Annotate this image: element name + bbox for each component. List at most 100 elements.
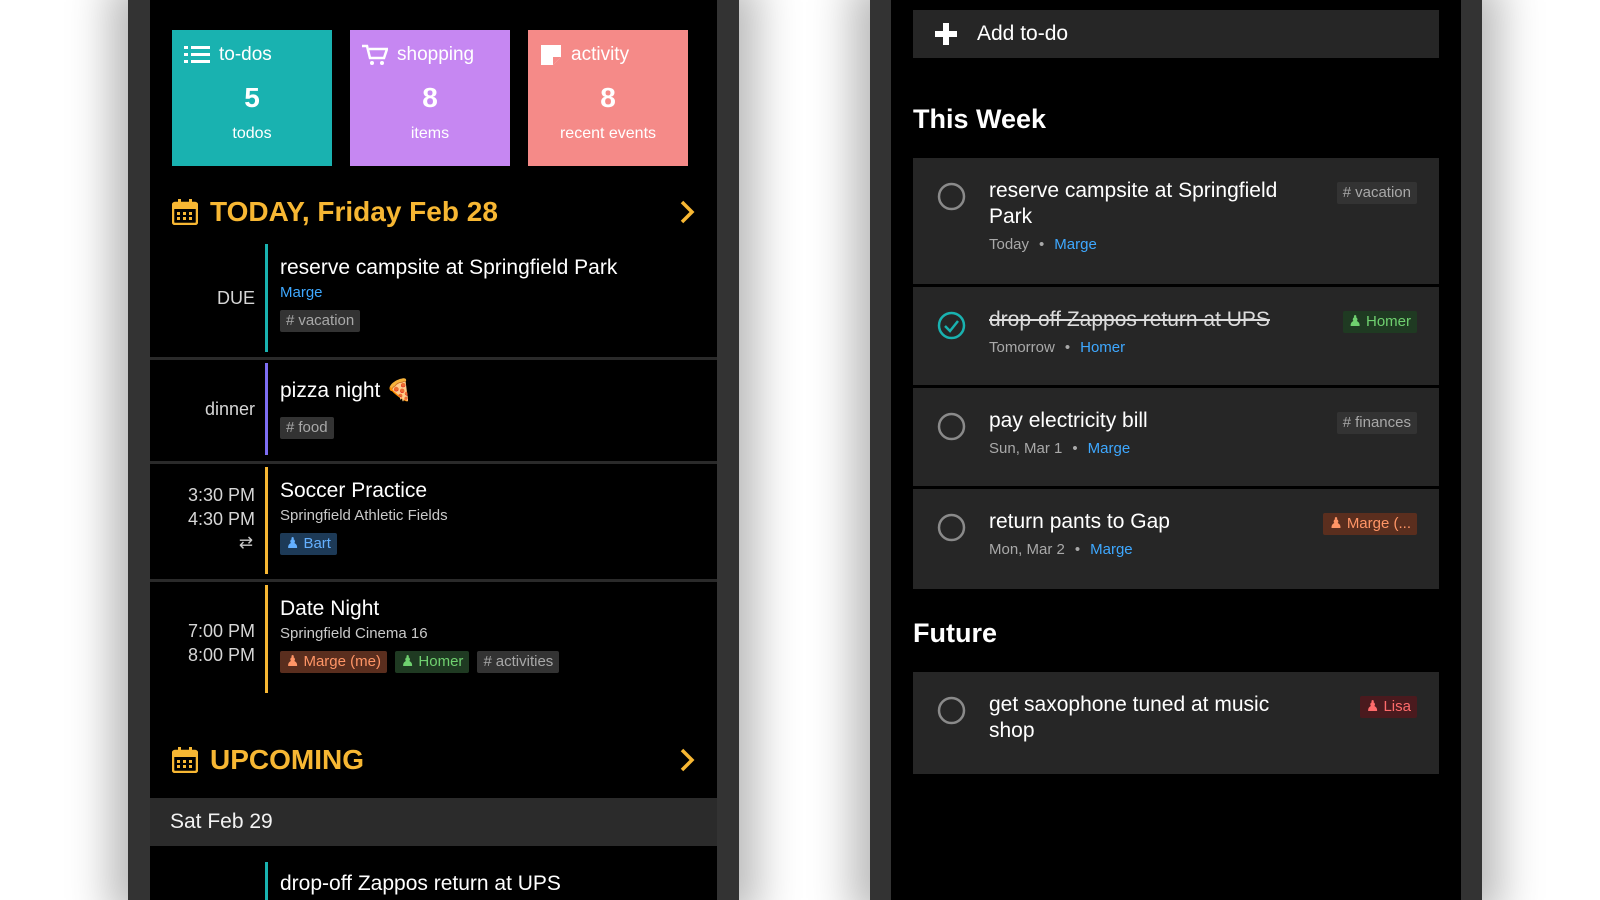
hash-icon: #	[483, 653, 492, 670]
event-bar	[265, 244, 268, 352]
tag[interactable]: # activities	[477, 651, 560, 673]
event-start: 7:00 PM	[187, 621, 255, 641]
tag[interactable]: ♟ Lisa	[1360, 696, 1417, 718]
todo-title: return pants to Gap	[989, 510, 1170, 533]
hash-icon: #	[286, 419, 295, 436]
event-end: 4:30 PM	[187, 509, 255, 529]
upcoming-header[interactable]: UPCOMING	[172, 740, 695, 780]
todo-title: drop-off Zappos return at UPS	[989, 308, 1270, 331]
dashboard-screen: to-dos 5 todos shopping 8 items activity…	[150, 0, 717, 900]
todo-when: Today	[989, 236, 1030, 253]
todo-assignee[interactable]: Marge	[1054, 236, 1097, 253]
event-title: drop-off Zappos return at UPS	[280, 872, 561, 895]
tag[interactable]: ♟ Bart	[280, 533, 337, 555]
card-sub: items	[410, 125, 450, 142]
card-count: 8	[600, 82, 616, 113]
calendar-icon	[172, 199, 198, 225]
todos-card[interactable]: to-dos 5 todos	[172, 30, 332, 166]
event-title: pizza night 🍕	[280, 379, 413, 402]
upcoming-day-header: Sat Feb 29	[150, 798, 717, 846]
todo-screen: Add to-do This Week reserve campsite at …	[891, 0, 1461, 900]
list-icon	[184, 46, 210, 63]
person-icon: ♟	[1329, 515, 1343, 532]
tag[interactable]: # vacation	[280, 310, 361, 332]
person-icon: ♟	[1366, 698, 1380, 715]
todo-item[interactable]: pay electricity bill Sun, Mar 1 • Marge # f…	[913, 388, 1439, 486]
repeat-icon: ⇄	[238, 533, 253, 552]
todo-title: pay electricity bill	[989, 409, 1148, 432]
checkbox-checked-icon[interactable]	[937, 311, 966, 340]
event-time: 3:30 PM 4:30 PM ⇄	[150, 483, 255, 555]
chevron-right-icon[interactable]	[679, 200, 695, 224]
tag[interactable]: ♟ Marge (...	[1323, 513, 1417, 535]
today-header[interactable]: TODAY, Friday Feb 28	[172, 192, 695, 232]
todo-assignee[interactable]: Marge	[1088, 440, 1131, 457]
event-row[interactable]: dinner pizza night 🍕 # food	[150, 363, 717, 464]
event-row[interactable]: 7:00 PM 8:00 PM Date Night Springfield C…	[150, 585, 717, 705]
chevron-right-icon[interactable]	[679, 748, 695, 772]
plus-icon	[935, 23, 957, 45]
todo-item[interactable]: drop-off Zappos return at UPS Tomorrow • H…	[913, 287, 1439, 385]
todo-when: Mon, Mar 2	[989, 541, 1065, 558]
activity-card[interactable]: activity 8 recent events	[528, 30, 688, 166]
card-sub: todos	[232, 125, 272, 142]
tag[interactable]: ♟ Marge (me)	[280, 651, 387, 673]
person-icon: ♟	[286, 653, 300, 670]
todo-title: reserve campsite at Springfield Park	[989, 179, 1278, 228]
tag[interactable]: ♟ Homer	[1342, 311, 1417, 333]
todo-when: Sun, Mar 1	[989, 440, 1063, 457]
today-title: TODAY, Friday Feb 28	[210, 196, 498, 227]
event-bar	[265, 862, 268, 900]
card-label: shopping	[397, 44, 475, 65]
future-heading: Future	[913, 618, 997, 648]
event-location: Springfield Athletic Fields	[280, 507, 448, 524]
event-title: Soccer Practice	[280, 479, 428, 502]
tag[interactable]: # finances	[1336, 412, 1417, 434]
add-todo-label: Add to-do	[977, 22, 1069, 45]
todo-title: get saxophone tuned at music shop	[989, 693, 1270, 742]
person-icon: ♟	[1348, 313, 1362, 330]
todo-assignee[interactable]: Marge	[1090, 541, 1133, 558]
event-row[interactable]: drop-off Zappos return at UPS	[150, 856, 717, 900]
todo-item[interactable]: reserve campsite at Springfield Park Tod…	[913, 158, 1439, 284]
event-title: reserve campsite at Springfield Park	[280, 256, 618, 279]
card-label: activity	[571, 44, 630, 65]
phone-right: Add to-do This Week reserve campsite at …	[870, 0, 1482, 900]
hash-icon: #	[286, 312, 295, 329]
todo-item[interactable]: get saxophone tuned at music shop ♟ Lisa	[913, 672, 1439, 774]
event-end: 8:00 PM	[187, 645, 255, 665]
event-start: 3:30 PM	[187, 485, 255, 505]
event-title: Date Night	[280, 597, 380, 620]
card-count: 8	[422, 82, 438, 113]
tag[interactable]: # food	[280, 417, 334, 439]
event-bar	[265, 363, 268, 455]
shopping-card[interactable]: shopping 8 items	[350, 30, 510, 166]
checkbox-unchecked-icon[interactable]	[937, 412, 966, 441]
event-row[interactable]: DUE reserve campsite at Springfield Park…	[150, 244, 717, 360]
add-todo-button[interactable]: Add to-do	[913, 10, 1439, 58]
hash-icon: #	[1342, 184, 1352, 201]
this-week-heading: This Week	[913, 104, 1047, 134]
note-icon	[541, 45, 561, 65]
cart-icon	[362, 44, 388, 65]
event-location: Springfield Cinema 16	[280, 625, 428, 642]
checkbox-unchecked-icon[interactable]	[937, 696, 966, 725]
upcoming-title: UPCOMING	[210, 744, 364, 775]
todo-assignee[interactable]: Homer	[1080, 339, 1125, 356]
checkbox-unchecked-icon[interactable]	[937, 513, 966, 542]
event-time: DUE	[216, 288, 255, 308]
card-label: to-dos	[219, 44, 272, 65]
pizza-icon: 🍕	[386, 379, 413, 402]
phone-left: to-dos 5 todos shopping 8 items activity…	[128, 0, 739, 900]
event-time: 7:00 PM 8:00 PM	[150, 619, 255, 667]
todo-item[interactable]: return pants to Gap Mon, Mar 2 • Marge ♟ Ma…	[913, 489, 1439, 589]
event-assignee[interactable]: Marge	[280, 282, 707, 304]
tag[interactable]: # vacation	[1336, 182, 1417, 204]
event-row[interactable]: 3:30 PM 4:30 PM ⇄ Soccer Practice Spring…	[150, 467, 717, 582]
tag[interactable]: ♟ Homer	[394, 651, 470, 673]
checkbox-unchecked-icon[interactable]	[937, 182, 966, 211]
todo-when: Tomorrow	[989, 339, 1055, 356]
event-bar	[265, 585, 268, 693]
person-icon: ♟	[400, 653, 415, 670]
person-icon: ♟	[286, 535, 300, 552]
